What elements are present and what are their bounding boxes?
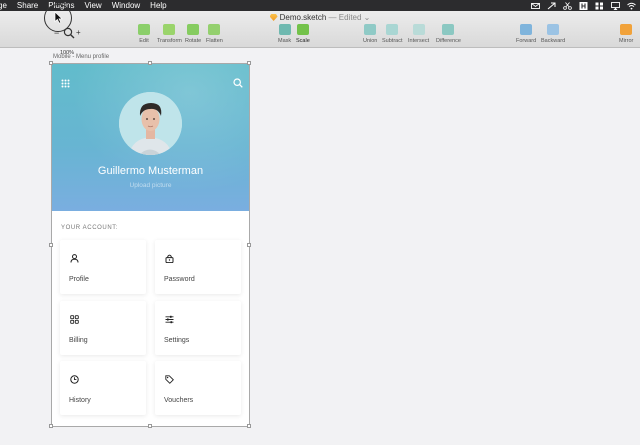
- document-name: Demo.sketch: [279, 13, 327, 22]
- grid-icon[interactable]: [595, 2, 604, 10]
- profile-card[interactable]: Profile: [60, 240, 146, 294]
- card-label: History: [69, 397, 91, 404]
- menu-item-window[interactable]: Window: [107, 0, 145, 11]
- apps-grid-icon[interactable]: [61, 75, 70, 88]
- menu-bar: ge Share Plugins View Window Help: [0, 0, 640, 11]
- scale-button[interactable]: Scale: [296, 24, 310, 44]
- backward-icon: [547, 24, 560, 35]
- union-button[interactable]: Union: [363, 24, 377, 44]
- history-card[interactable]: History: [60, 361, 146, 415]
- resize-handle-top-right[interactable]: [247, 61, 251, 65]
- search-icon[interactable]: [233, 75, 243, 88]
- card-label: Settings: [164, 337, 190, 344]
- apps-icon: [70, 311, 79, 324]
- resize-handle-bottom-right[interactable]: [247, 424, 251, 428]
- card-label: Vouchers: [164, 397, 194, 404]
- chevron-down-icon[interactable]: ⌄: [364, 13, 371, 22]
- artboard-label[interactable]: Mobile - Menu profile: [53, 54, 109, 60]
- forward-icon: [520, 24, 533, 35]
- mask-icon: [278, 24, 291, 35]
- arrow-icon[interactable]: [547, 2, 556, 10]
- settings-card[interactable]: Settings: [155, 301, 241, 355]
- edit-button[interactable]: Edit: [138, 24, 150, 44]
- menu-item-view[interactable]: View: [80, 0, 107, 11]
- edit-icon: [138, 24, 150, 35]
- mirror-button[interactable]: Mirror: [619, 24, 633, 44]
- flatten-button[interactable]: Flatten: [206, 24, 223, 44]
- flatten-icon: [208, 24, 221, 35]
- subtract-button[interactable]: Subtract: [382, 24, 402, 44]
- lock-icon: [165, 250, 174, 264]
- transform-icon: [163, 24, 176, 35]
- menu-item-share[interactable]: Share: [12, 0, 43, 11]
- rotate-button[interactable]: Rotate: [185, 24, 201, 44]
- sketch-document-icon: [269, 14, 278, 21]
- transform-button[interactable]: Transform: [157, 24, 182, 44]
- account-heading: YOUR ACCOUNT:: [61, 225, 119, 231]
- mouse-pointer-icon: [54, 11, 63, 29]
- forward-button[interactable]: Forward: [516, 24, 536, 44]
- artboard[interactable]: Guillermo Musterman Upload picture YOUR …: [52, 64, 249, 426]
- menu-extras: [531, 0, 636, 11]
- user-icon: [70, 250, 79, 263]
- resize-handle-bottom[interactable]: [148, 424, 152, 428]
- password-card[interactable]: Password: [155, 240, 241, 294]
- card-label: Billing: [69, 337, 88, 344]
- card-label: Password: [164, 276, 195, 283]
- airplay-icon[interactable]: [611, 1, 620, 10]
- wifi-icon[interactable]: [627, 2, 636, 10]
- sketch-toolbar: Demo.sketch — Edited ⌄ − + 100% Edit Tra…: [0, 11, 640, 56]
- upload-picture-link[interactable]: Upload picture: [52, 182, 249, 189]
- menu-item-help[interactable]: Help: [145, 0, 171, 11]
- resize-handle-top-left[interactable]: [49, 61, 53, 65]
- rotate-icon: [187, 24, 200, 35]
- resize-handle-right[interactable]: [247, 243, 251, 247]
- document-title: Demo.sketch — Edited ⌄: [0, 13, 640, 22]
- document-status: — Edited: [328, 13, 362, 22]
- vouchers-card[interactable]: Vouchers: [155, 361, 241, 415]
- resize-handle-bottom-left[interactable]: [49, 424, 53, 428]
- mirror-icon: [620, 24, 633, 35]
- menu-item-edge[interactable]: ge: [0, 0, 12, 11]
- envelope-icon[interactable]: [531, 2, 540, 10]
- intersect-icon: [412, 24, 425, 35]
- avatar[interactable]: [119, 92, 182, 155]
- mask-button[interactable]: Mask: [278, 24, 291, 44]
- subtract-icon: [386, 24, 399, 35]
- billing-card[interactable]: Billing: [60, 301, 146, 355]
- intersect-button[interactable]: Intersect: [408, 24, 429, 44]
- clock-icon: [70, 371, 79, 384]
- resize-handle-top[interactable]: [148, 61, 152, 65]
- scissors-icon[interactable]: [563, 1, 572, 10]
- difference-button[interactable]: Difference: [436, 24, 461, 44]
- h-box-icon[interactable]: [579, 1, 588, 10]
- backward-button[interactable]: Backward: [541, 24, 565, 44]
- zoom-in-button[interactable]: +: [76, 28, 81, 37]
- user-name: Guillermo Musterman: [97, 165, 204, 177]
- resize-handle-left[interactable]: [49, 243, 53, 247]
- union-icon: [364, 24, 377, 35]
- scale-icon: [296, 24, 309, 35]
- difference-icon: [442, 24, 455, 35]
- card-label: Profile: [69, 276, 89, 283]
- tag-icon: [165, 371, 174, 384]
- sliders-icon: [165, 311, 174, 324]
